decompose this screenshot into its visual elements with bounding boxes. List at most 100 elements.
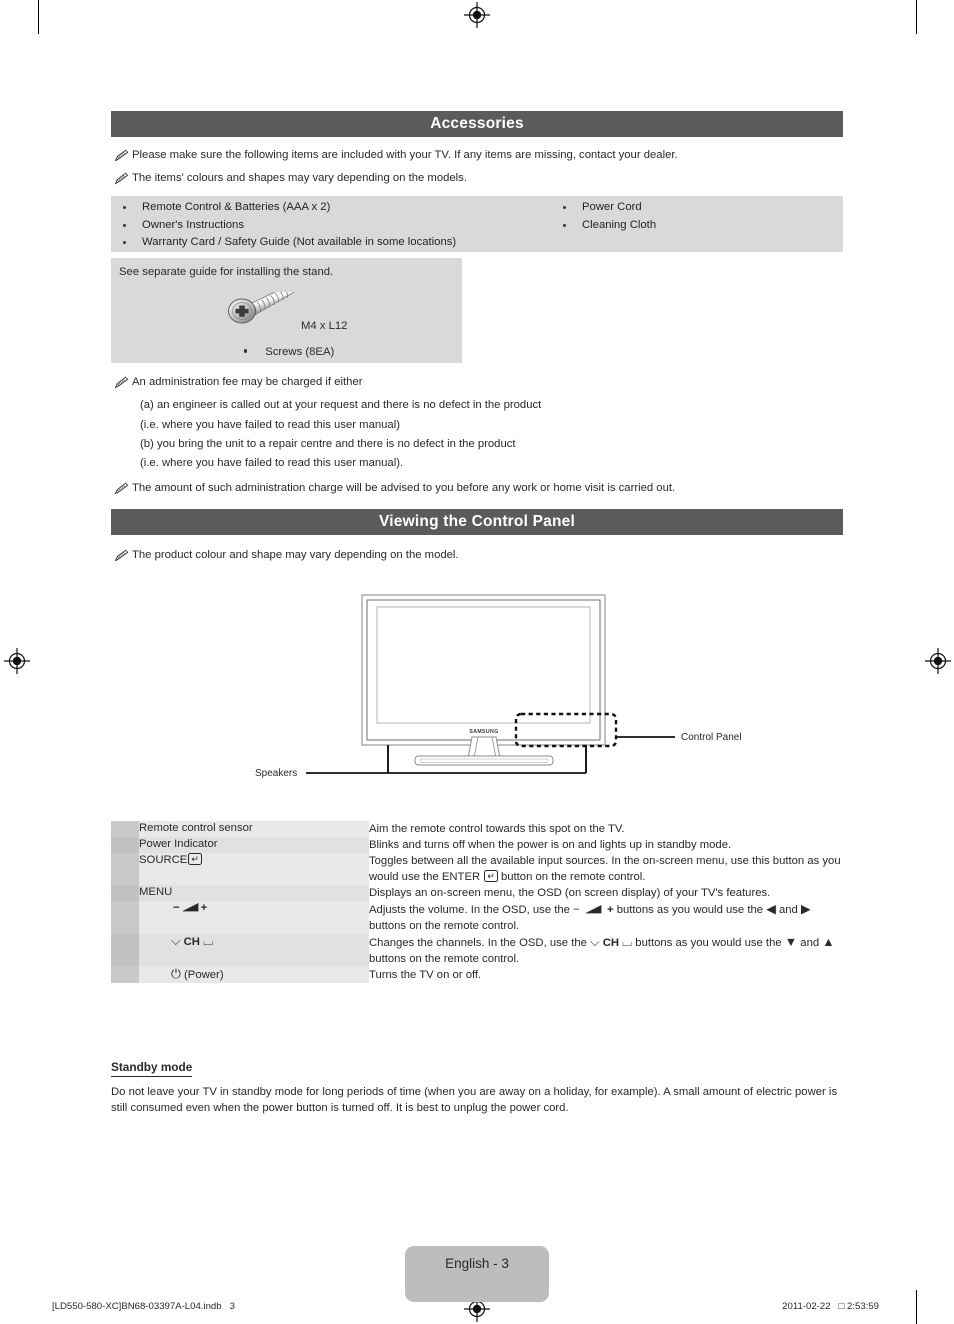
control-panel-title: Viewing the Control Panel — [379, 513, 575, 530]
row-description-text: Blinks and turns off when the power is o… — [369, 839, 732, 851]
note-colours-vary: The items' colours and shapes may vary d… — [114, 171, 844, 185]
table-row: ⏻ (Power) Turns the TV on or off. — [111, 967, 843, 983]
row-swatch — [111, 837, 139, 853]
row-swatch — [111, 821, 139, 837]
chevron-up-icon: ⌴ — [203, 934, 214, 948]
control-panel-section-header: Viewing the Control Panel — [111, 509, 843, 535]
admin-fee-line-a-note: (i.e. where you have failed to read this… — [140, 419, 400, 431]
callout-speakers-label: Speakers — [255, 768, 297, 779]
row-swatch — [111, 853, 139, 885]
page-number-label: English - 3 — [445, 1256, 509, 1271]
row-description-text: Displays an on-screen menu, the OSD (on … — [369, 887, 771, 899]
standby-mode-heading: Standby mode — [111, 1060, 193, 1077]
accessories-right-column: Power Cord Cleaning Cloth — [551, 199, 841, 234]
row-description-text: Toggles between all the available input … — [369, 855, 841, 883]
list-item-label: Power Cord — [582, 201, 642, 213]
admin-fee-line-a: (a) an engineer is called out at your re… — [140, 399, 542, 411]
admin-fee-line-b: (b) you bring the unit to a repair centr… — [140, 438, 516, 450]
row-description: Displays an on-screen menu, the OSD (on … — [369, 885, 843, 901]
row-swatch — [111, 901, 139, 934]
tv-front-view-diagram: SAMSUNG Control Panel Speakers — [250, 585, 760, 795]
list-item-label: Remote Control & Batteries (AAA x 2) — [142, 201, 331, 213]
row-description-text: Changes the channels. In the OSD, use th… — [369, 935, 835, 965]
table-row: ⌵ CH ⌴ Changes the channels. In the OSD,… — [111, 934, 843, 967]
row-label-volume: − + — [139, 901, 369, 934]
table-row: Remote control sensor Aim the remote con… — [111, 821, 843, 837]
note-admin-fee: An administration fee may be charged if … — [114, 375, 844, 389]
note-text: The items' colours and shapes may vary d… — [132, 172, 467, 184]
accessories-title: Accessories — [430, 115, 524, 132]
note-product-colour: The product colour and shape may vary de… — [114, 548, 844, 562]
control-panel-table-body: Remote control sensor Aim the remote con… — [111, 821, 843, 983]
registration-mark-left — [4, 648, 30, 674]
list-item-label: Warranty Card / Safety Guide (Not availa… — [142, 236, 457, 248]
bullet-icon — [123, 241, 127, 245]
crop-mark-top-left — [38, 0, 39, 34]
list-item: Cleaning Cloth — [551, 217, 841, 235]
list-item: Power Cord — [551, 199, 841, 217]
list-item-label: Owner's Instructions — [142, 218, 244, 231]
chevron-down-icon: ⌵ — [171, 934, 181, 948]
footer-file-name: [LD550-580-XC]BN68-03397A-L04.indb 3 — [52, 1301, 235, 1312]
pencil-note-icon — [114, 376, 129, 389]
row-swatch — [111, 934, 139, 967]
row-label-text: SOURCE — [139, 854, 188, 866]
list-item-label: Cleaning Cloth — [582, 218, 657, 231]
stand-guide-block: See separate guide for installing the st… — [111, 258, 462, 363]
pencil-note-icon — [114, 172, 129, 185]
row-label-text: MENU — [139, 886, 173, 898]
row-label-text: Power Indicator — [139, 838, 218, 850]
row-label-text: Remote control sensor — [139, 822, 253, 834]
callout-control-panel-label: Control Panel — [681, 732, 742, 743]
tv-brand-label: SAMSUNG — [469, 729, 498, 735]
accessories-left-column: Remote Control & Batteries (AAA x 2) Own… — [111, 199, 531, 252]
note-text: Please make sure the following items are… — [132, 149, 678, 161]
row-description: Blinks and turns off when the power is o… — [369, 837, 843, 853]
row-description-text: Aim the remote control towards this spot… — [369, 823, 625, 835]
footer-timestamp: 2011-02-22 □ 2:53:59 — [782, 1301, 879, 1312]
volume-minus-icon: − — [173, 902, 180, 914]
row-label-channel: ⌵ CH ⌴ — [139, 934, 369, 967]
row-label: MENU — [139, 885, 369, 901]
crop-mark-top-right — [916, 0, 917, 34]
manual-page: Accessories Please make sure the followi… — [0, 0, 954, 1324]
row-label-text: (Power) — [184, 969, 224, 981]
table-row: SOURCE ↵ Toggles between all the availabl… — [111, 853, 843, 885]
enter-icon: ↵ — [188, 853, 202, 865]
row-description: Adjusts the volume. In the OSD, use the … — [369, 901, 843, 934]
pencil-note-icon — [114, 149, 129, 162]
bullet-icon — [123, 223, 127, 227]
control-panel-table: Remote control sensor Aim the remote con… — [111, 821, 843, 983]
row-description: Changes the channels. In the OSD, use th… — [369, 934, 843, 967]
accessories-section-header: Accessories — [111, 111, 843, 137]
row-label: Power Indicator — [139, 837, 369, 853]
row-label-source: SOURCE ↵ — [139, 853, 369, 885]
volume-plus-icon: + — [200, 902, 208, 914]
bullet-icon — [563, 206, 567, 210]
note-text: The amount of such administration charge… — [132, 482, 676, 494]
row-description-text: Adjusts the volume. In the OSD, use the … — [369, 902, 811, 932]
note-text: The product colour and shape may vary de… — [132, 549, 459, 561]
screw-spec-label: M4 x L12 — [301, 320, 348, 332]
row-label: Remote control sensor — [139, 821, 369, 837]
screw-icon — [226, 292, 304, 326]
row-swatch — [111, 967, 139, 983]
table-row: MENU Displays an on-screen menu, the OSD… — [111, 885, 843, 901]
table-row: Power Indicator Blinks and turns off whe… — [111, 837, 843, 853]
admin-fee-line-b-note: (i.e. where you have failed to read this… — [140, 457, 404, 469]
row-description: Turns the TV on or off. — [369, 967, 843, 983]
screws-label: Screws (8EA) — [265, 346, 335, 358]
page-number-badge: English - 3 — [405, 1246, 549, 1302]
bullet-icon — [563, 223, 567, 227]
crop-mark-bottom-right — [916, 1290, 917, 1324]
note-admin-charge-advised: The amount of such administration charge… — [114, 481, 844, 495]
standby-mode-body: Do not leave your TV in standby mode for… — [111, 1086, 838, 1114]
row-description-text: Turns the TV on or off. — [369, 969, 482, 981]
list-item: Remote Control & Batteries (AAA x 2) — [111, 199, 531, 217]
list-item: Owner's Instructions — [111, 217, 531, 235]
volume-wedge-icon — [181, 903, 199, 912]
note-items-included: Please make sure the following items are… — [114, 148, 844, 162]
power-icon: ⏻ — [171, 967, 181, 981]
row-description: Aim the remote control towards this spot… — [369, 821, 843, 837]
bullet-icon — [123, 206, 127, 210]
